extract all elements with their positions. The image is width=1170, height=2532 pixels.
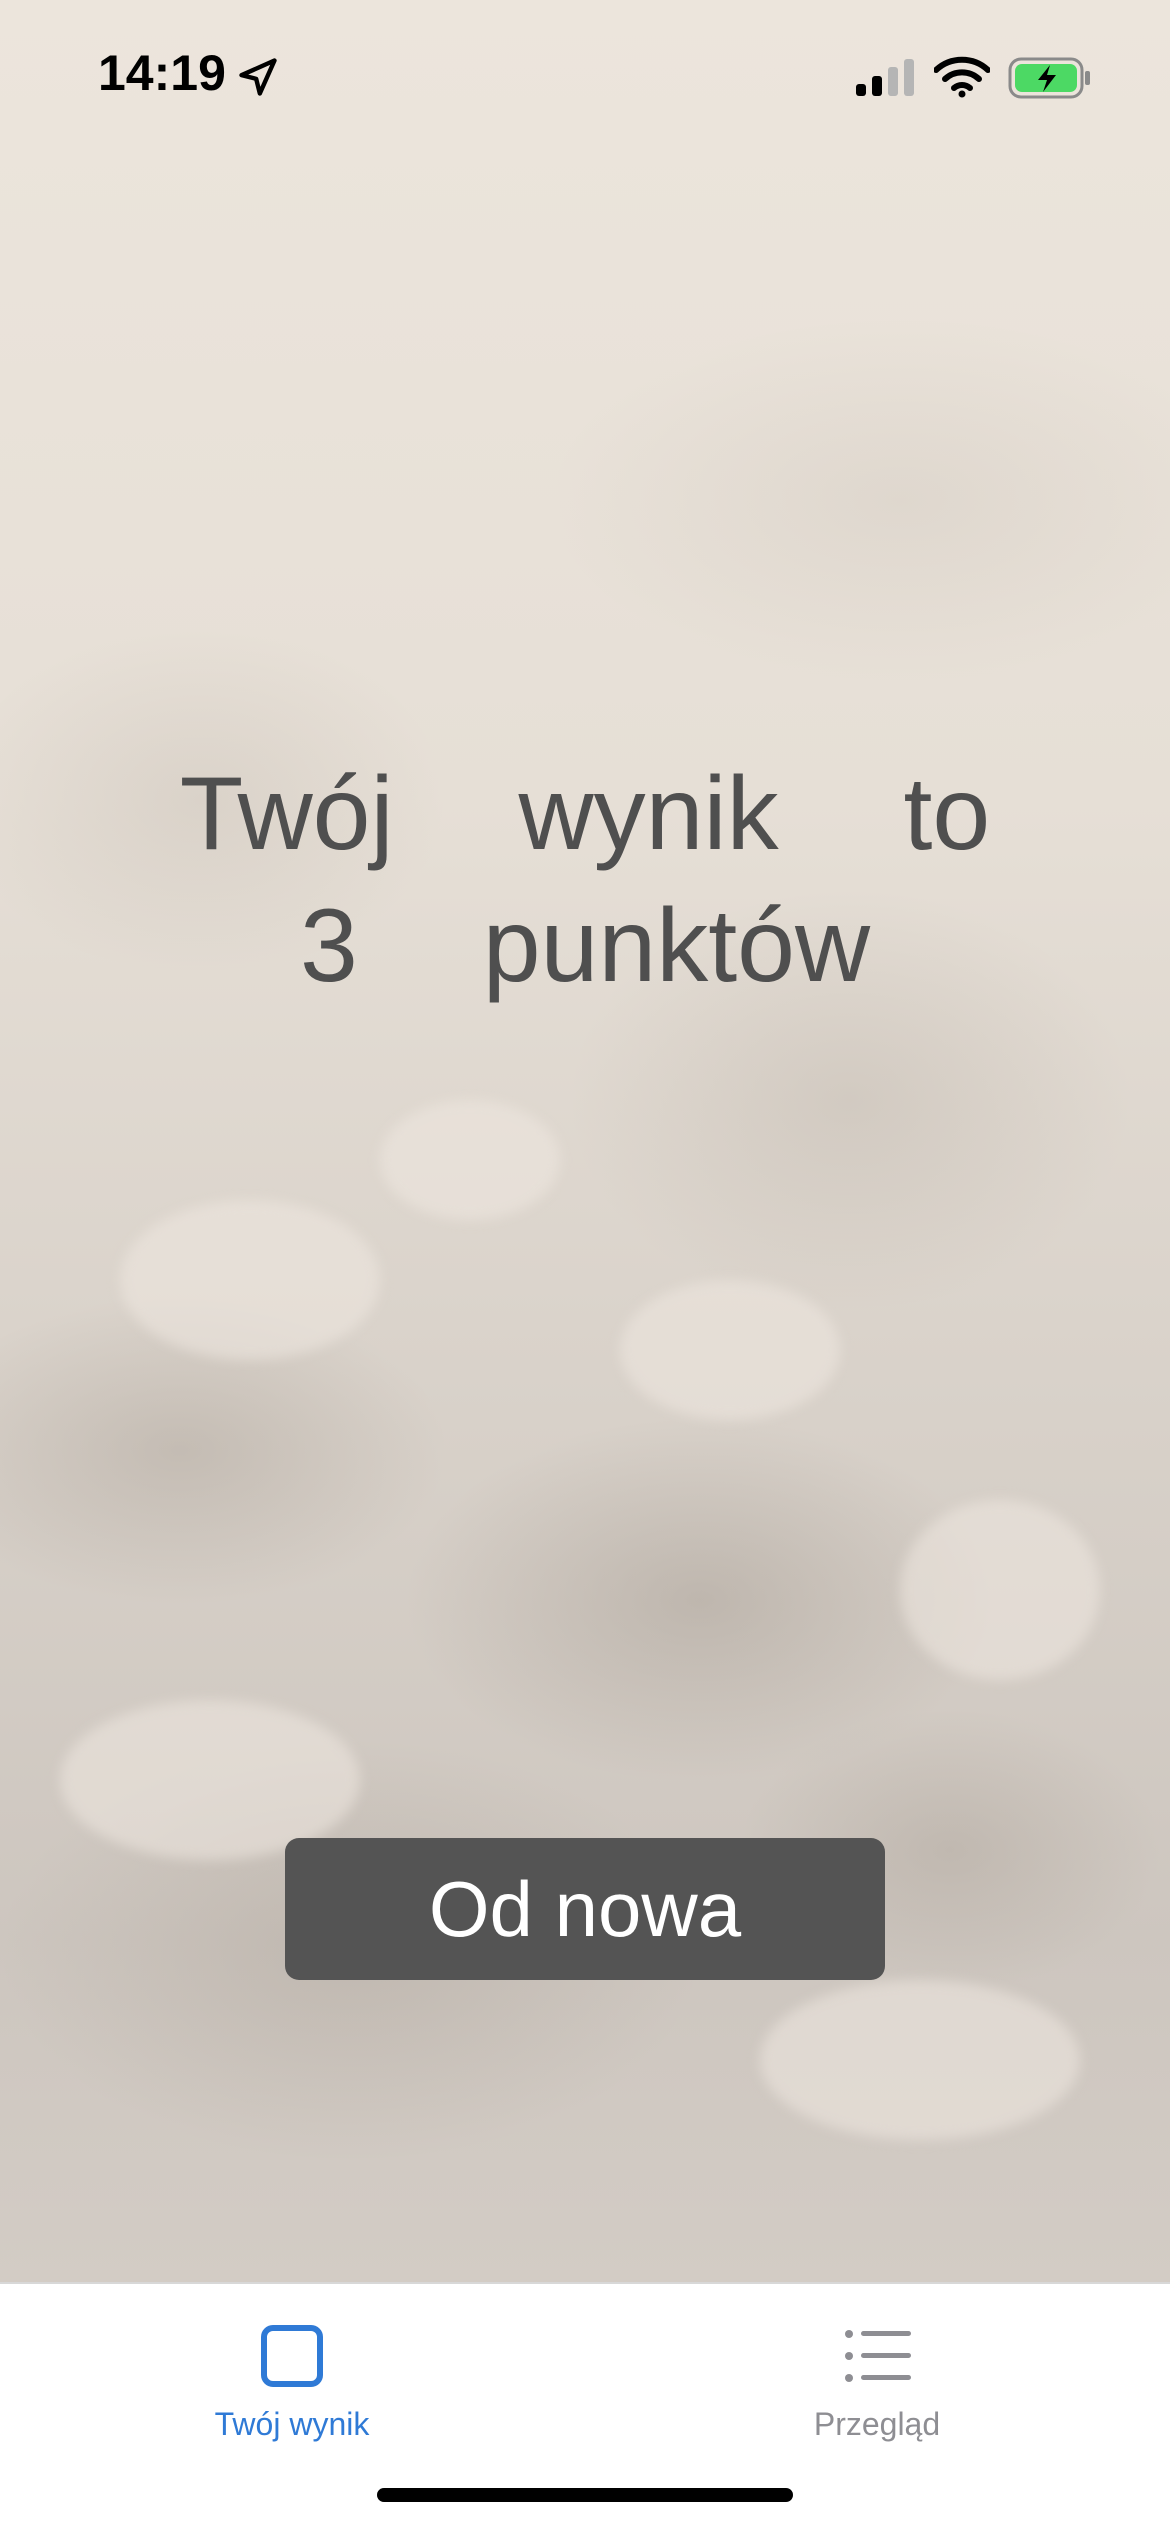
wifi-icon: [934, 56, 990, 98]
tab-overview-label: Przegląd: [813, 2406, 941, 2442]
restart-button[interactable]: Od nowa: [285, 1838, 885, 1980]
cellular-signal-icon: [856, 59, 914, 96]
home-indicator[interactable]: [377, 2488, 793, 2502]
tab-your-score[interactable]: Twój wynik: [142, 2304, 442, 2444]
app-screen: 14:19 Twój wynik to 3 punktów Od nowa Tw…: [0, 0, 1170, 2532]
square-icon: [261, 2325, 323, 2387]
status-bar: 14:19: [0, 0, 1170, 150]
score-line-2: 3 punktów: [299, 888, 871, 1004]
tab-overview[interactable]: Przegląd: [727, 2304, 1027, 2444]
status-time: 14:19: [98, 45, 226, 101]
location-arrow-icon: [239, 58, 277, 96]
score-text: Twój wynik to 3 punktów: [0, 748, 1170, 1012]
list-icon: [845, 2330, 911, 2382]
tab-your-score-label: Twój wynik: [214, 2406, 370, 2442]
battery-charging-icon: [1008, 57, 1090, 99]
tab-bar: Twój wynik Przegląd: [0, 2282, 1170, 2532]
score-line-1: Twój wynik to: [179, 756, 991, 872]
